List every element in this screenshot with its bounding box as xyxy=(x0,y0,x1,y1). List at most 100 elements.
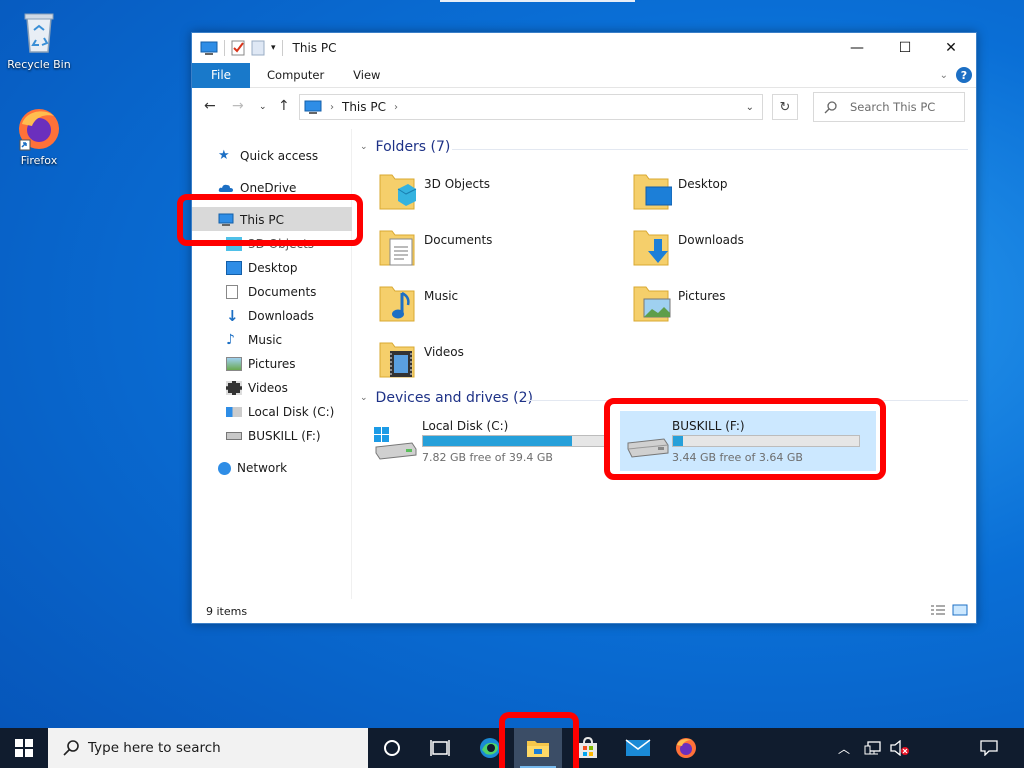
minimize-button[interactable]: — xyxy=(834,33,880,63)
action-center-button[interactable] xyxy=(980,728,998,768)
folder-pictures[interactable]: Pictures xyxy=(632,281,872,329)
nav-item-pictures[interactable]: Pictures xyxy=(226,353,296,375)
group-divider xyxy=(452,149,968,150)
collapse-chevron-icon[interactable]: ⌄ xyxy=(360,393,368,403)
task-view-button[interactable] xyxy=(416,728,464,768)
refresh-icon: ↻ xyxy=(779,99,791,115)
large-icons-view-icon[interactable] xyxy=(952,604,968,616)
close-button[interactable]: ✕ xyxy=(928,33,974,63)
breadcrumb-separator-icon[interactable]: › xyxy=(394,102,398,113)
up-arrow-icon[interactable]: ↑ xyxy=(278,98,290,114)
highlight-this-pc xyxy=(177,194,363,246)
status-bar: 9 items xyxy=(192,599,976,623)
nav-item-videos[interactable]: Videos xyxy=(226,377,288,399)
taskbar-firefox[interactable] xyxy=(662,728,710,768)
nav-item-network[interactable]: Network xyxy=(218,457,287,479)
volume-muted-icon[interactable] xyxy=(890,740,910,756)
document-icon xyxy=(226,285,238,299)
properties-icon[interactable] xyxy=(231,40,245,56)
taskbar-mail[interactable] xyxy=(614,728,662,768)
drives-group-header[interactable]: ⌄ Devices and drives (2) xyxy=(360,390,533,406)
windows-drive-icon xyxy=(226,407,242,417)
help-icon[interactable]: ? xyxy=(956,67,972,83)
store-bag-icon xyxy=(579,737,597,758)
tab-computer[interactable]: Computer xyxy=(255,68,336,82)
nav-item-downloads[interactable]: ↓ Downloads xyxy=(226,305,314,327)
tab-file[interactable]: File xyxy=(192,62,250,88)
film-icon xyxy=(226,381,242,395)
windows-logo-icon xyxy=(15,739,33,757)
this-pc-icon xyxy=(304,100,322,114)
recent-locations-chevron-icon[interactable]: ⌄ xyxy=(259,102,267,112)
network-status-icon[interactable] xyxy=(864,740,882,756)
new-folder-icon[interactable] xyxy=(251,40,265,56)
desktop-icon-label: Recycle Bin xyxy=(7,58,71,71)
nav-item-desktop[interactable]: Desktop xyxy=(226,257,298,279)
nav-item-documents[interactable]: Documents xyxy=(226,281,316,303)
folder-music-icon xyxy=(379,286,415,322)
highlight-file-explorer-taskbar xyxy=(499,712,579,768)
folder-downloads-icon xyxy=(633,230,669,266)
nav-item-local-disk[interactable]: Local Disk (C:) xyxy=(226,401,334,423)
file-explorer-window: ▾ This PC — ☐ ✕ File Computer View ⌄ ? ←… xyxy=(191,32,977,624)
window-title: This PC xyxy=(292,41,337,55)
folder-desktop[interactable]: Desktop xyxy=(632,169,872,217)
address-dropdown-chevron-icon[interactable]: ⌄ xyxy=(746,102,754,113)
show-hidden-icons-chevron-icon[interactable]: ︿ xyxy=(838,740,850,757)
cloud-icon xyxy=(218,184,233,192)
address-bar[interactable]: › This PC › ⌄ xyxy=(299,94,763,120)
notification-icon xyxy=(980,740,998,756)
search-input[interactable]: Search This PC xyxy=(813,92,965,122)
folder-downloads[interactable]: Downloads xyxy=(632,225,872,273)
tab-view[interactable]: View xyxy=(341,68,392,82)
search-icon xyxy=(63,740,79,756)
cortana-button[interactable] xyxy=(368,728,416,768)
collapse-chevron-icon[interactable]: ⌄ xyxy=(360,142,368,152)
start-button[interactable] xyxy=(0,728,48,768)
desktop-icon-firefox[interactable]: Firefox xyxy=(4,106,74,167)
view-switcher xyxy=(930,604,968,616)
folder-videos-icon xyxy=(379,342,415,378)
folder-documents[interactable]: Documents xyxy=(378,225,618,273)
refresh-button[interactable]: ↻ xyxy=(772,94,798,120)
star-icon: ★ xyxy=(218,148,230,163)
cortana-circle-icon xyxy=(384,740,400,756)
nav-item-buskill[interactable]: BUSKILL (F:) xyxy=(226,425,321,447)
folder-music[interactable]: Music xyxy=(378,281,618,329)
back-arrow-icon[interactable]: ← xyxy=(204,98,216,114)
picture-icon xyxy=(226,357,242,371)
nav-item-music[interactable]: ♪ Music xyxy=(226,329,282,351)
desktop-icon-recycle-bin[interactable]: Recycle Bin xyxy=(4,8,74,71)
details-view-icon[interactable] xyxy=(930,604,946,616)
task-view-icon xyxy=(430,740,450,756)
folder-3d-objects[interactable]: 3D Objects xyxy=(378,169,618,217)
folder-videos[interactable]: Videos xyxy=(378,337,618,385)
taskbar-search-input[interactable]: Type here to search xyxy=(48,728,368,768)
search-placeholder: Search This PC xyxy=(850,100,936,114)
this-pc-icon xyxy=(200,41,218,55)
maximize-button[interactable]: ☐ xyxy=(882,33,928,63)
desktop-icon-label: Firefox xyxy=(20,154,58,167)
folders-group-header[interactable]: ⌄ Folders (7) xyxy=(360,139,450,155)
expand-ribbon-chevron-icon[interactable]: ⌄ xyxy=(940,70,948,81)
search-icon xyxy=(824,101,837,114)
drive-local-disk[interactable]: Local Disk (C:) 7.82 GB free of 39.4 GB xyxy=(370,411,626,471)
forward-arrow-icon[interactable]: → xyxy=(232,98,244,114)
item-count: 9 items xyxy=(206,604,248,618)
drive-usage-bar xyxy=(422,435,610,447)
toolbar-divider xyxy=(281,40,283,56)
customize-quick-access-chevron-icon[interactable]: ▾ xyxy=(271,43,276,53)
windows-drive-icon xyxy=(374,427,417,460)
nav-item-quick-access[interactable]: ★ Quick access xyxy=(218,145,318,167)
top-edge-window xyxy=(440,0,635,2)
drive-usage-fill xyxy=(423,436,572,446)
toolbar-divider xyxy=(224,40,225,56)
breadcrumb-separator-icon: › xyxy=(330,101,334,113)
folder-documents-icon xyxy=(379,230,415,266)
ribbon-right-controls: ⌄ ? xyxy=(940,67,972,83)
folder-pictures-icon xyxy=(633,286,671,322)
usb-drive-icon xyxy=(226,432,242,440)
title-bar[interactable]: ▾ This PC — ☐ ✕ xyxy=(192,33,976,63)
system-tray: ︿ xyxy=(838,728,910,768)
breadcrumb-this-pc[interactable]: This PC xyxy=(342,100,386,114)
